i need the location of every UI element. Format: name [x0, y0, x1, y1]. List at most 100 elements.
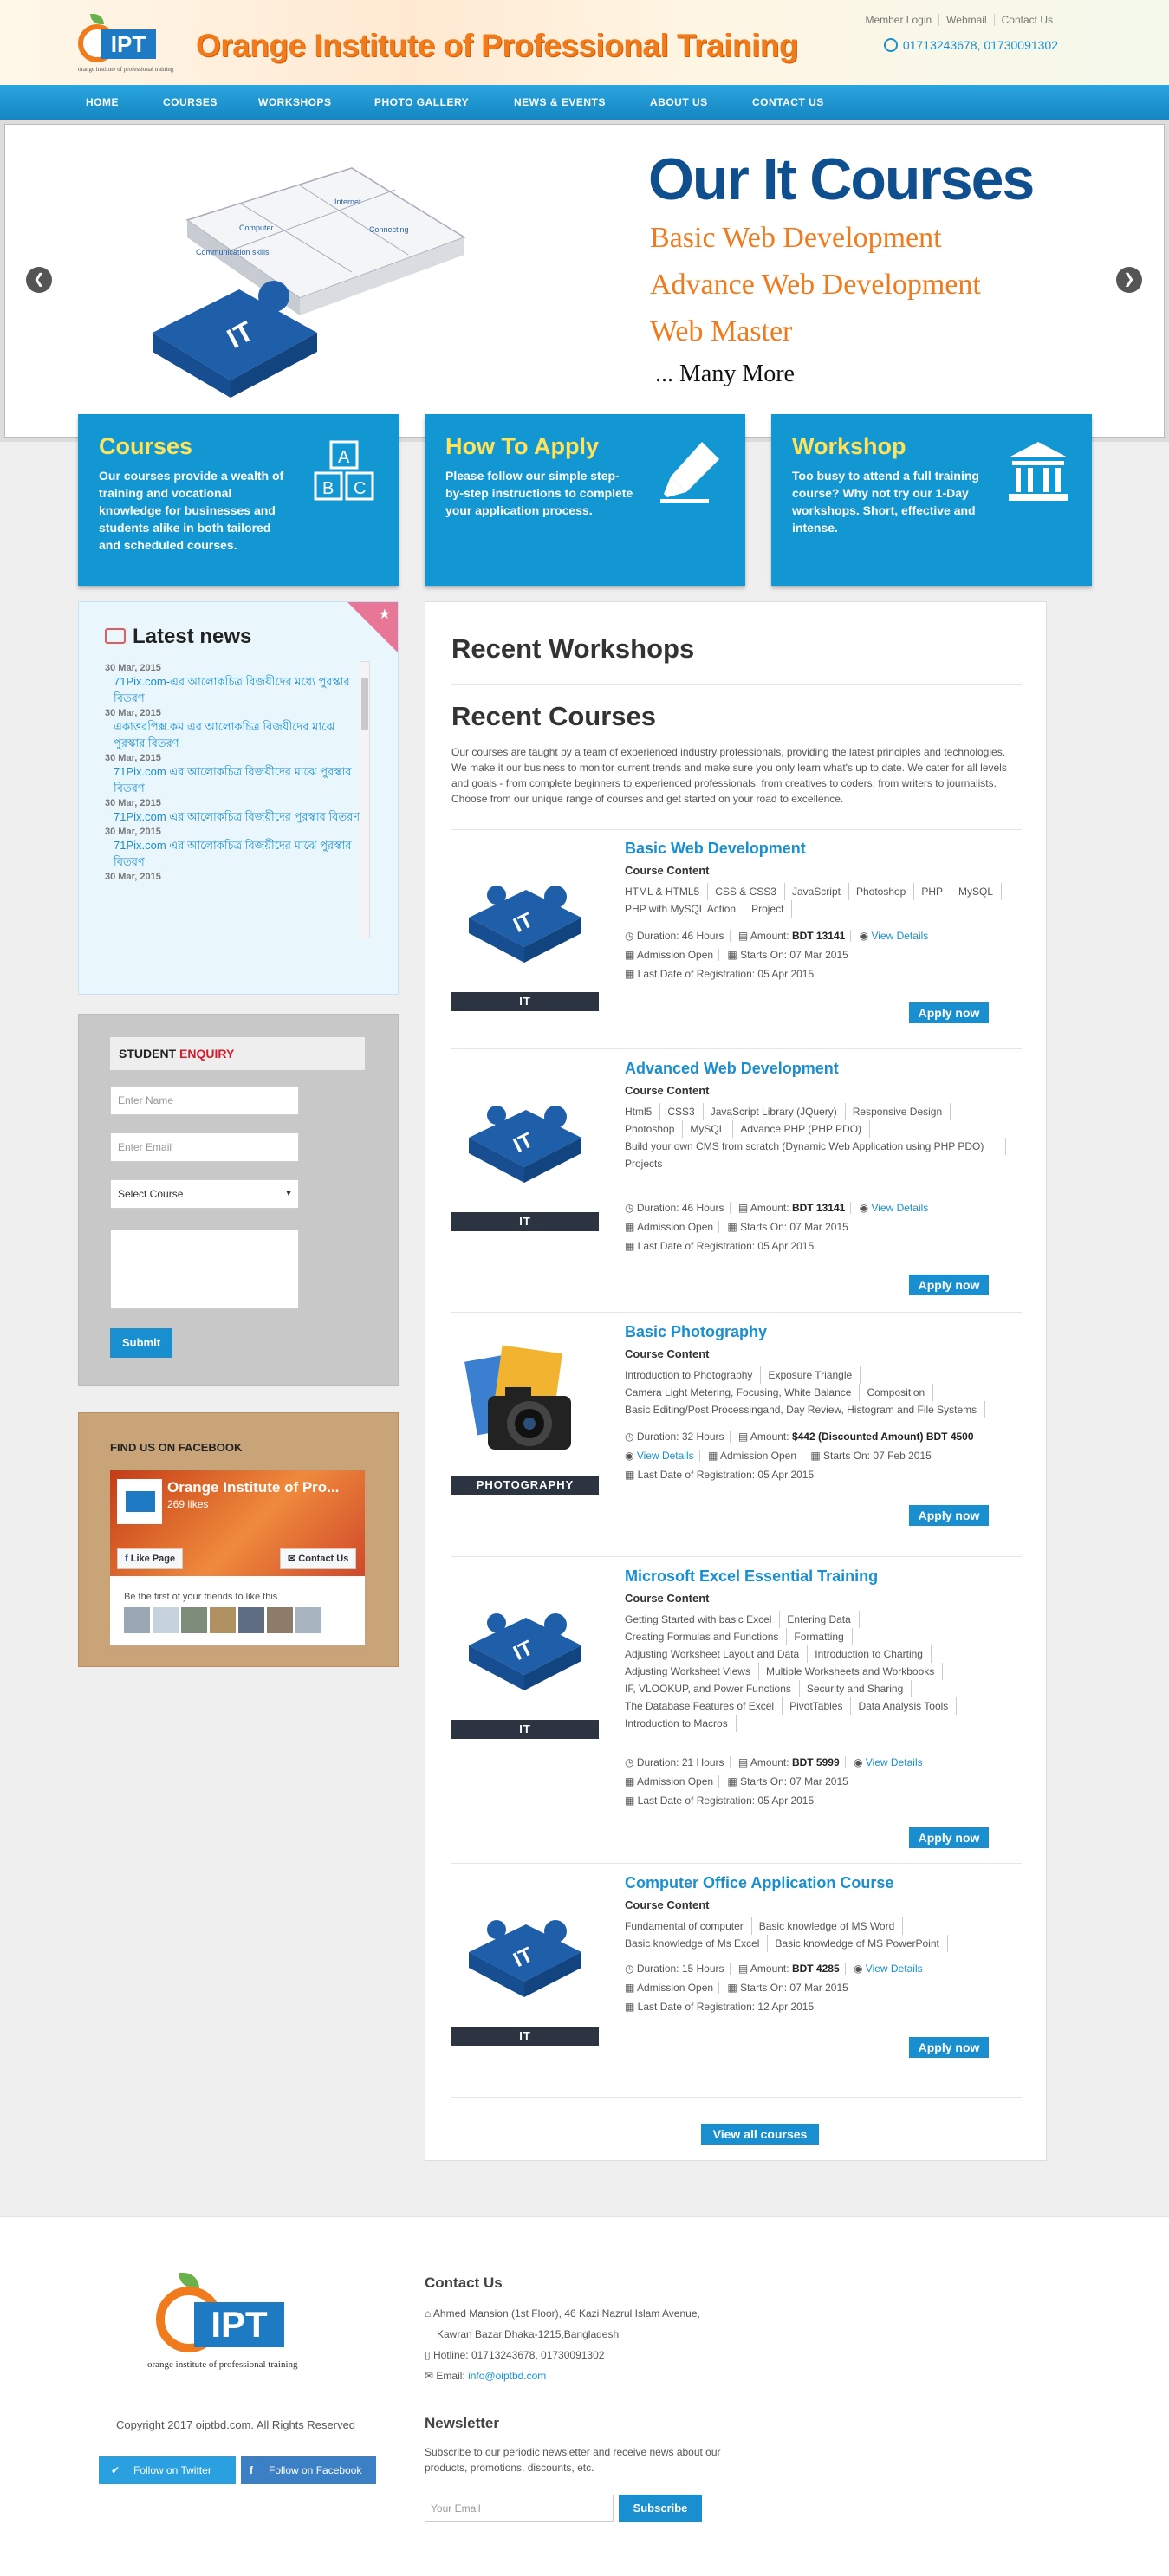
feature-text: Our courses provide a wealth of training… [99, 469, 284, 552]
footer-email-link[interactable]: info@oiptbd.com [468, 2370, 546, 2382]
footer-logo[interactable]: IPT orange institute of professional tra… [147, 2271, 326, 2375]
enquiry-email-input[interactable]: Enter Email [110, 1132, 299, 1162]
member-login-link[interactable]: Member Login [858, 14, 940, 26]
nav-home[interactable]: HOME [86, 85, 119, 120]
enquiry-message-textarea[interactable] [110, 1230, 299, 1309]
course-topic: CSS & CSS3 [715, 883, 785, 900]
amount-label: Amount: [750, 1756, 789, 1768]
course-topic: MySQL [958, 883, 1003, 900]
news-link[interactable]: একাত্তরপিক্স.কম এর আলোকচিত্র বিজয়ীদের ম… [105, 718, 365, 751]
site-logo[interactable]: IPT orange institute of professional tra… [76, 9, 173, 78]
view-details-link[interactable]: View Details [871, 1202, 928, 1214]
friend-avatar[interactable] [210, 1607, 236, 1633]
course-topic: Adjusting Worksheet Views [625, 1663, 759, 1680]
course-duration: Duration: 46 Hours [636, 1202, 724, 1214]
nav-photo-gallery[interactable]: PHOTO GALLERY [374, 85, 469, 120]
feature-workshop[interactable]: Workshop Too busy to attend a full train… [771, 414, 1092, 586]
view-details-link[interactable]: View Details [637, 1450, 694, 1462]
apply-now-button[interactable]: Apply now [909, 2037, 989, 2058]
course-meta: ◷ Duration: 46 Hours ▤ Amount: BDT 13141… [625, 926, 1022, 983]
course-thumbnail[interactable]: IT IT [451, 1061, 599, 1243]
webmail-link[interactable]: Webmail [939, 14, 995, 26]
apply-now-button[interactable]: Apply now [909, 1275, 989, 1295]
course-category-label: IT [451, 992, 599, 1011]
course-thumbnail[interactable]: IT IT [451, 841, 599, 1023]
course-card: IT IT Basic Web Development Course Conte… [451, 829, 1022, 1049]
course-title[interactable]: Microsoft Excel Essential Training [625, 1567, 878, 1586]
course-content-label: Course Content [625, 1084, 710, 1097]
view-details-link[interactable]: View Details [871, 930, 928, 942]
follow-facebook-button[interactable]: f Follow on Facebook [241, 2456, 376, 2484]
subscribe-button[interactable]: Subscribe [619, 2495, 702, 2522]
friend-avatar[interactable] [295, 1607, 321, 1633]
enquiry-name-input[interactable]: Enter Name [110, 1086, 299, 1115]
friend-avatar[interactable] [124, 1607, 150, 1633]
course-category-label: IT [451, 2027, 599, 2046]
course-topic: Security and Sharing [807, 1680, 912, 1697]
nav-news-events[interactable]: NEWS & EVENTS [514, 85, 606, 120]
clock-icon: ◷ Duration: 46 Hours [625, 1202, 731, 1214]
it-puzzle-image: IT [469, 1920, 581, 1997]
news-list[interactable]: 30 Mar, 2015 71Pix.com-এর আলোকচিত্র বিজয… [105, 661, 365, 938]
address-line-2: Kawran Bazar,Dhaka-1215,Bangladesh [437, 2328, 620, 2340]
friend-avatar[interactable] [267, 1607, 293, 1633]
news-link[interactable]: 71Pix.com এর আলোকচিত্র বিজয়ীদের মাঝে পু… [105, 763, 365, 796]
course-thumbnail[interactable]: PHOTOGRAPHY [451, 1325, 599, 1507]
it-puzzle-image: IT [469, 1106, 581, 1183]
friend-avatar[interactable] [181, 1607, 207, 1633]
hero-slider: Computer Internet Connecting Communicati… [0, 120, 1169, 442]
facebook-page-card[interactable]: Orange Institute of Pro... 269 likes f L… [110, 1470, 365, 1645]
message-icon: ✉ [288, 1554, 299, 1564]
nav-about-us[interactable]: ABOUT US [650, 85, 708, 120]
newsletter-email-input[interactable]: Your Email [425, 2495, 614, 2522]
feature-courses[interactable]: Courses Our courses provide a wealth of … [78, 414, 399, 586]
course-title[interactable]: Computer Office Application Course [625, 1874, 893, 1892]
course-topic: Introduction to Photography [625, 1366, 762, 1384]
nav-workshops[interactable]: WORKSHOPS [258, 85, 332, 120]
facebook-page-name[interactable]: Orange Institute of Pro... [167, 1479, 339, 1496]
course-title[interactable]: Basic Web Development [625, 840, 806, 858]
feature-how-to-apply[interactable]: How To Apply Please follow our simple st… [425, 414, 745, 586]
course-thumbnail[interactable]: IT IT [451, 1569, 599, 1751]
slider-prev-arrow[interactable]: ❮ [26, 267, 52, 293]
contact-us-link[interactable]: Contact Us [995, 14, 1060, 26]
news-link[interactable]: 71Pix.com এর আলোকচিত্র বিজয়ীদের পুরস্কা… [105, 808, 365, 825]
course-topic: MySQL [690, 1120, 734, 1138]
slide-line-2: Advance Web Development [650, 269, 981, 301]
course-thumbnail[interactable]: IT IT [451, 1876, 599, 2058]
view-details-link[interactable]: View Details [866, 1756, 923, 1768]
news-link[interactable]: 71Pix.com এর আলোকচিত্র বিজয়ীদের মাঝে পু… [105, 837, 365, 870]
slider-next-arrow[interactable]: ❯ [1116, 267, 1142, 293]
course-start: Starts On: 07 Mar 2015 [740, 1982, 848, 1994]
nav-courses[interactable]: COURSES [163, 85, 218, 120]
friend-avatar[interactable] [153, 1607, 179, 1633]
enquiry-course-select[interactable]: Select Course ▼ [110, 1179, 299, 1209]
course-title[interactable]: Advanced Web Development [625, 1060, 839, 1078]
view-details-link[interactable]: View Details [866, 1963, 923, 1975]
apply-now-button[interactable]: Apply now [909, 1505, 989, 1526]
course-duration: Duration: 46 Hours [636, 930, 724, 942]
scrollbar-thumb[interactable] [361, 678, 368, 730]
enquiry-submit-button[interactable]: Submit [110, 1328, 172, 1358]
friend-avatar[interactable] [238, 1607, 264, 1633]
apply-now-button[interactable]: Apply now [909, 1002, 989, 1023]
puzzle-word-4: Communication skills [196, 248, 270, 256]
footer-address: ⌂ Ahmed Mansion (1st Floor), 46 Kazi Naz… [425, 2306, 700, 2321]
follow-twitter-button[interactable]: ✔ Follow on Twitter [99, 2456, 236, 2484]
facebook-contact-button[interactable]: ✉ Contact Us [280, 1548, 357, 1569]
news-link[interactable]: 71Pix.com-এর আলোকচিত্র বিজয়ীদের মধ্যে প… [105, 673, 365, 706]
facebook-like-page-button[interactable]: f Like Page [117, 1548, 184, 1569]
view-all-courses-button[interactable]: View all courses [701, 2124, 819, 2145]
newsletter-title: Newsletter [425, 2415, 499, 2431]
facebook-widget: FIND US ON FACEBOOK Orange Institute of … [78, 1412, 399, 1667]
nav-contact-us[interactable]: CONTACT US [752, 85, 824, 120]
site-footer: IPT orange institute of professional tra… [0, 2216, 1169, 2576]
course-last-date: Last Date of Registration: 05 Apr 2015 [637, 1794, 815, 1807]
course-start: Starts On: 07 Feb 2015 [823, 1450, 932, 1462]
footer-email: ✉ Email: info@oiptbd.com [425, 2368, 546, 2384]
hotline-numbers: 01713243678, 01730091302 [902, 38, 1058, 52]
apply-now-button[interactable]: Apply now [909, 1827, 989, 1848]
facebook-label: Follow on Facebook [269, 2464, 362, 2476]
course-title[interactable]: Basic Photography [625, 1323, 767, 1341]
news-scrollbar[interactable] [360, 661, 370, 938]
